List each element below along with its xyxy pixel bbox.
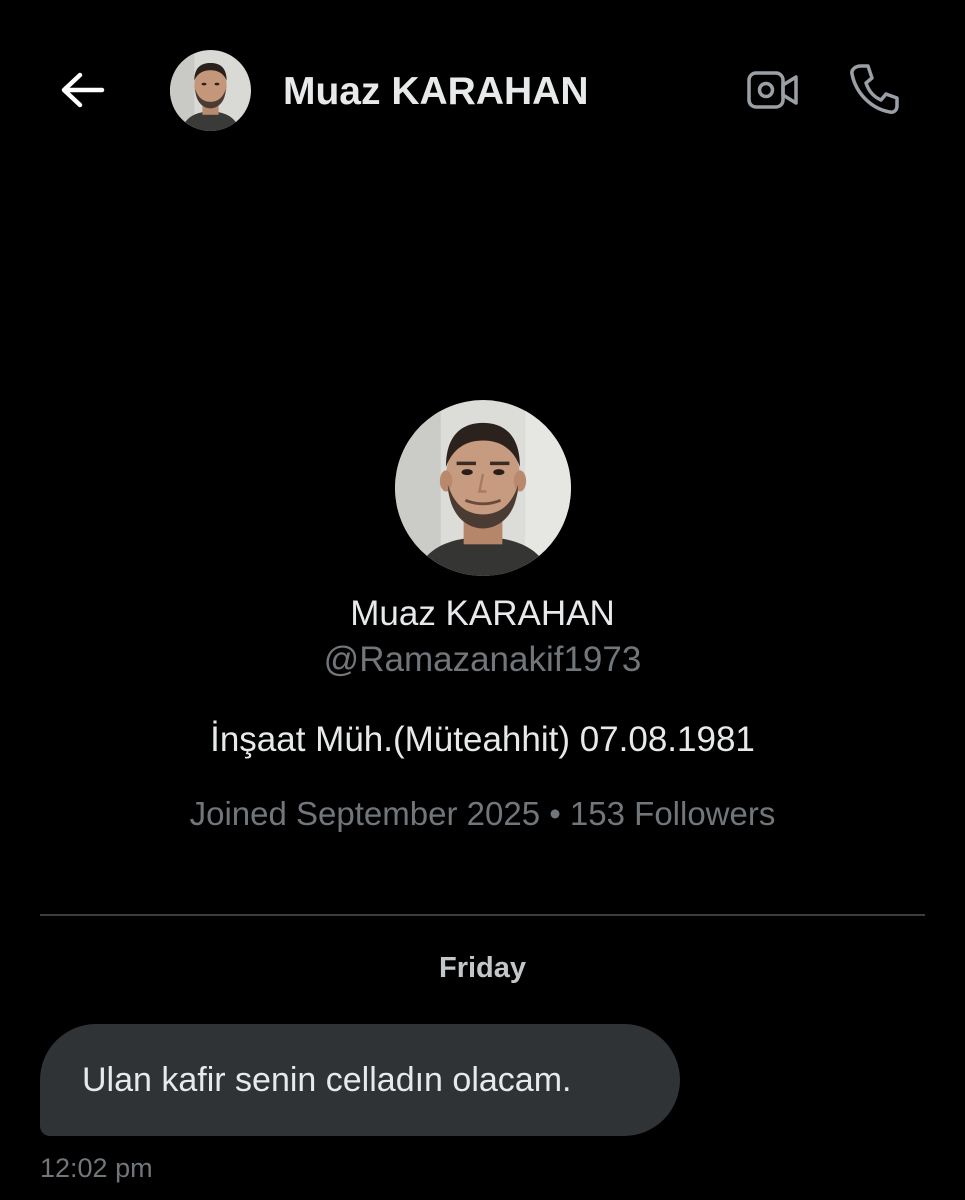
message-bubble[interactable]: Ulan kafir senin celladın olacam.	[40, 1024, 680, 1136]
video-camera-icon	[746, 69, 800, 116]
conversation-header: Muaz KARAHAN	[0, 0, 965, 185]
message-timestamp: 12:02 pm	[40, 1153, 153, 1183]
profile-avatar[interactable]	[395, 400, 571, 576]
profile-bio: İnşaat Müh.(Müteahhit) 07.08.1981	[210, 720, 755, 759]
header-avatar[interactable]	[170, 50, 251, 131]
voice-call-button[interactable]	[846, 62, 902, 120]
profile-name: Muaz KARAHAN	[350, 594, 615, 633]
header-contact-name[interactable]: Muaz KARAHAN	[283, 68, 589, 116]
profile-join-followers: Joined September 2025 • 153 Followers	[189, 795, 776, 832]
back-button[interactable]	[56, 70, 108, 114]
message-text: Ulan kafir senin celladın olacam.	[82, 1061, 572, 1099]
phone-icon	[848, 62, 900, 121]
section-divider	[40, 914, 925, 916]
video-call-button[interactable]	[745, 66, 801, 118]
day-separator: Friday	[438, 952, 527, 984]
profile-handle: @Ramazanakif1973	[323, 640, 642, 679]
arrow-left-icon	[58, 70, 106, 115]
